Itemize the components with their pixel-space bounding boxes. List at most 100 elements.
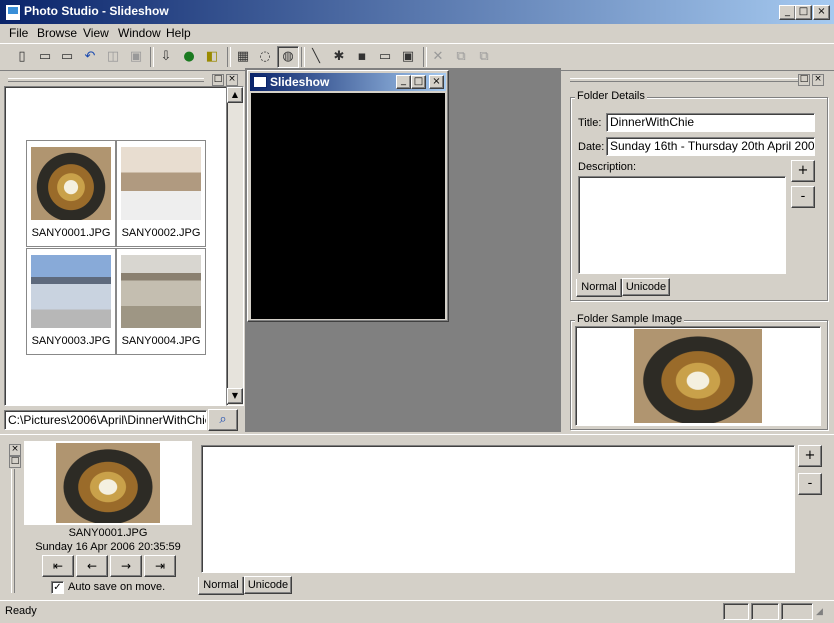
magic-wand-icon[interactable]: ✱ — [329, 47, 349, 67]
thumbnail-image — [31, 255, 111, 328]
slideshow-window[interactable]: Slideshow _ □ × — [247, 70, 449, 322]
add-button[interactable]: + — [798, 445, 822, 467]
menu-browse[interactable]: Browse — [37, 26, 77, 40]
tab-normal[interactable]: Normal — [198, 577, 244, 595]
new-icon[interactable]: ▯ — [12, 47, 32, 67]
path-field[interactable]: C:\Pictures\2006\April\DinnerWithChie — [4, 410, 207, 430]
previous-image-button[interactable]: ← — [76, 555, 108, 577]
monitor-icon[interactable]: ▣ — [398, 47, 418, 67]
float-icon[interactable]: □ — [212, 74, 224, 86]
menu-bar: File Browse View Window Help — [0, 24, 834, 43]
scroll-down-icon[interactable]: ▼ — [227, 388, 243, 404]
scan-icon[interactable]: ◫ — [103, 47, 123, 67]
status-text: Ready — [5, 605, 37, 617]
save-icon[interactable]: ▣ — [126, 47, 146, 67]
tab-normal[interactable]: Normal — [576, 279, 622, 297]
thumbnail-image — [121, 255, 201, 328]
folder-details-title: Folder Details — [575, 90, 647, 102]
copy-icon[interactable]: ⧉ — [451, 47, 471, 67]
resize-grip-icon[interactable]: ◢ — [816, 607, 830, 619]
thumbnail-item[interactable]: SANY0003.JPG — [26, 248, 116, 355]
menu-help[interactable]: Help — [166, 26, 191, 40]
maximize-button[interactable]: □ — [795, 5, 812, 20]
window-title: Photo Studio - Slideshow — [24, 4, 169, 18]
folder-panel: □ × Folder Details Title: DinnerWithChie… — [564, 70, 834, 432]
float-icon[interactable]: □ — [798, 74, 810, 86]
wand-icon[interactable]: ╲ — [306, 47, 326, 67]
delete-icon[interactable]: ✕ — [428, 47, 448, 67]
folder-comment-icon[interactable]: ◍ — [277, 46, 299, 68]
current-image-frame — [24, 441, 192, 525]
thumbnail-caption: SANY0004.JPG — [121, 335, 201, 347]
remove-button[interactable]: - — [791, 186, 815, 208]
open-folder-icon[interactable]: ▭ — [57, 47, 77, 67]
slideshow-maximize-button[interactable]: □ — [411, 75, 426, 89]
status-bar: Ready ◢ — [0, 600, 834, 623]
export-icon[interactable]: ◧ — [202, 47, 222, 67]
slideshow-titlebar[interactable]: Slideshow _ □ × — [250, 73, 446, 91]
minimize-button[interactable]: _ — [779, 5, 796, 20]
current-filename: SANY0001.JPG — [68, 527, 148, 539]
thumbnail-image — [31, 147, 111, 220]
presentation-icon[interactable]: ▭ — [375, 47, 395, 67]
title-bar: Photo Studio - Slideshow _ □ × — [0, 0, 834, 24]
remove-button[interactable]: - — [798, 473, 822, 495]
thumbnail-caption: SANY0002.JPG — [121, 227, 201, 239]
close-icon[interactable]: × — [812, 74, 824, 86]
close-icon[interactable]: × — [9, 444, 21, 456]
autosave-checkbox[interactable]: ✓ — [51, 581, 64, 594]
description-textarea[interactable] — [578, 176, 786, 274]
slideshow-title: Slideshow — [270, 75, 330, 89]
scroll-up-icon[interactable]: ▲ — [227, 87, 243, 103]
comment-icon[interactable]: ◌ — [255, 47, 275, 67]
thumbnails-icon[interactable]: ▦ — [233, 47, 253, 67]
date-field[interactable]: Sunday 16th - Thursday 20th April 2006 — [606, 137, 815, 156]
thumbnail-image — [121, 147, 201, 220]
last-image-button[interactable]: ⇥ — [144, 555, 176, 577]
date-label: Date: — [578, 141, 605, 153]
thumbnail-item[interactable]: SANY0001.JPG — [26, 140, 116, 247]
undo-icon[interactable]: ↶ — [80, 47, 100, 67]
slideshow-minimize-button[interactable]: _ — [396, 75, 411, 89]
slideshow-canvas[interactable] — [251, 93, 445, 319]
slideshow-close-button[interactable]: × — [429, 75, 444, 89]
folder-sample-image — [634, 329, 762, 423]
first-image-button[interactable]: ⇤ — [42, 555, 74, 577]
status-cell — [751, 603, 779, 620]
open-icon[interactable]: ▭ — [35, 47, 55, 67]
image-details-panel: × □ SANY0001.JPG Sunday 16 Apr 2006 20:3… — [0, 434, 834, 601]
close-button[interactable]: × — [813, 5, 830, 20]
app-icon — [5, 4, 21, 21]
current-datetime: Sunday 16 Apr 2006 20:35:59 — [35, 541, 181, 553]
tab-unicode[interactable]: Unicode — [622, 278, 670, 296]
slide-icon[interactable]: ▪ — [352, 47, 372, 67]
next-image-button[interactable]: → — [110, 555, 142, 577]
menu-window[interactable]: Window — [118, 26, 161, 40]
slideshow-window-icon — [253, 76, 267, 88]
menu-view[interactable]: View — [83, 26, 109, 40]
title-label: Title: — [578, 117, 602, 129]
description-label: Description: — [578, 161, 637, 173]
menu-file[interactable]: File — [9, 26, 28, 40]
vertical-scrollbar[interactable]: ▲ ▼ — [226, 86, 244, 406]
autosave-label: Auto save on move. — [68, 581, 166, 593]
title-field[interactable]: DinnerWithChie — [606, 113, 815, 132]
close-icon[interactable]: × — [226, 74, 238, 86]
status-cell — [781, 603, 813, 620]
thumbnail-item[interactable]: SANY0004.JPG — [116, 248, 206, 355]
tab-unicode[interactable]: Unicode — [244, 576, 292, 594]
thumbnail-caption: SANY0003.JPG — [31, 335, 111, 347]
toolbar: ▯ ▭ ▭ ↶ ◫ ▣ ⇩ ● ◧ ▦ ◌ ◍ ╲ ✱ ▪ ▭ ▣ ✕ ⧉ ⧉ — [0, 43, 834, 71]
browse-folder-button[interactable]: ⌕ — [208, 409, 238, 431]
status-cell — [723, 603, 749, 620]
import-icon[interactable]: ⇩ — [156, 47, 176, 67]
move-icon[interactable]: ⧉ — [474, 47, 494, 67]
web-icon[interactable]: ● — [179, 47, 199, 67]
add-button[interactable]: + — [791, 160, 815, 182]
image-description-textarea[interactable] — [201, 445, 795, 573]
float-icon[interactable]: □ — [9, 456, 21, 468]
thumbnail-item[interactable]: SANY0002.JPG — [116, 140, 206, 247]
folder-sample-frame — [575, 326, 821, 426]
browser-panel: □ × ▲ ▼ SANY0001.JPG SANY0002.JPG SANY00… — [0, 70, 244, 432]
current-image — [56, 443, 160, 523]
